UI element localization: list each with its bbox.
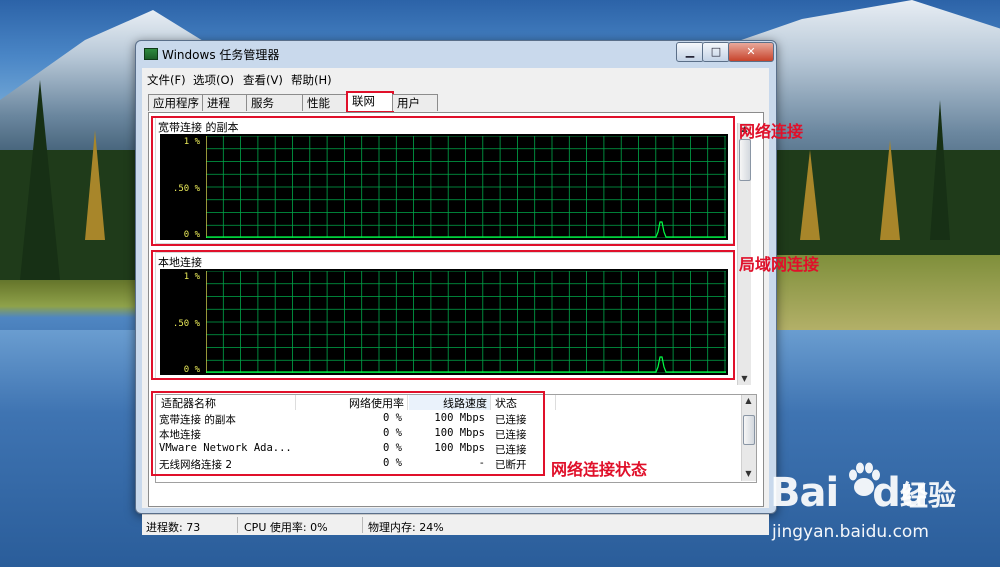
scroll-thumb[interactable] — [743, 415, 755, 445]
paw-icon — [849, 462, 880, 496]
annotation-network: 网络连接 — [739, 122, 804, 141]
watermark-product: 经验 — [900, 479, 957, 512]
menu-help[interactable]: 帮助(H) — [291, 72, 332, 88]
title-bar[interactable]: Windows 任务管理器 ▁ □ ✕ — [136, 41, 776, 67]
annotation-status: 网络连接状态 — [551, 460, 648, 479]
scroll-up-arrow[interactable]: ▲ — [743, 395, 754, 407]
highlight-network-graph — [151, 116, 735, 246]
tab-users[interactable]: 用户 — [392, 94, 438, 111]
status-process-count: 进程数: 73 — [146, 521, 201, 534]
status-cpu-usage: CPU 使用率: 0% — [244, 521, 328, 534]
watermark-brand-prefix: Bai — [770, 470, 839, 516]
window-client-area: 文件(F) 选项(O) 查看(V) 帮助(H) 应用程序 进程 服务 性能 联网… — [142, 68, 769, 535]
maximize-button[interactable]: □ — [702, 42, 730, 62]
tab-performance[interactable]: 性能 — [302, 94, 348, 111]
scroll-thumb[interactable] — [739, 139, 751, 181]
status-bar: 进程数: 73 CPU 使用率: 0% 物理内存: 24% — [142, 514, 769, 535]
wallpaper-tree — [800, 150, 820, 240]
wallpaper-tree — [930, 100, 950, 240]
annotation-lan: 局域网连接 — [739, 255, 820, 274]
menu-bar: 文件(F) 选项(O) 查看(V) 帮助(H) — [142, 68, 769, 88]
task-manager-window: Windows 任务管理器 ▁ □ ✕ 文件(F) 选项(O) 查看(V) 帮助… — [135, 40, 777, 535]
window-title: Windows 任务管理器 — [162, 48, 280, 62]
wallpaper-tree — [880, 140, 900, 240]
close-button[interactable]: ✕ — [728, 42, 774, 62]
highlight-adapter-list — [151, 391, 545, 476]
menu-file[interactable]: 文件(F) — [147, 72, 186, 88]
tab-processes[interactable]: 进程 — [202, 94, 248, 111]
status-memory: 物理内存: 24% — [368, 521, 444, 534]
status-separator — [237, 517, 238, 533]
tab-networking[interactable]: 联网 — [346, 91, 394, 113]
networking-panel: 宽带连接 的副本 1 % .50 % 0 % 本地连接 1 % .50 % 0 … — [148, 112, 764, 507]
tab-applications[interactable]: 应用程序 — [148, 94, 204, 111]
status-separator — [362, 517, 363, 533]
wallpaper-tree — [85, 130, 105, 240]
scroll-down-arrow[interactable]: ▼ — [739, 373, 750, 385]
menu-view[interactable]: 查看(V) — [243, 72, 283, 88]
wallpaper-tree — [20, 80, 60, 280]
tab-services[interactable]: 服务 — [246, 94, 304, 111]
menu-options[interactable]: 选项(O) — [193, 72, 234, 88]
highlight-lan-graph — [151, 250, 735, 380]
watermark-url: jingyan.baidu.com — [772, 522, 929, 542]
task-manager-icon — [144, 48, 158, 60]
scroll-down-arrow[interactable]: ▼ — [743, 468, 754, 480]
list-scrollbar[interactable]: ▲ ▼ — [741, 395, 756, 481]
baidu-jingyan-watermark: Bai du 经验 jingyan.baidu.com — [770, 460, 995, 560]
minimize-button[interactable]: ▁ — [676, 42, 704, 62]
